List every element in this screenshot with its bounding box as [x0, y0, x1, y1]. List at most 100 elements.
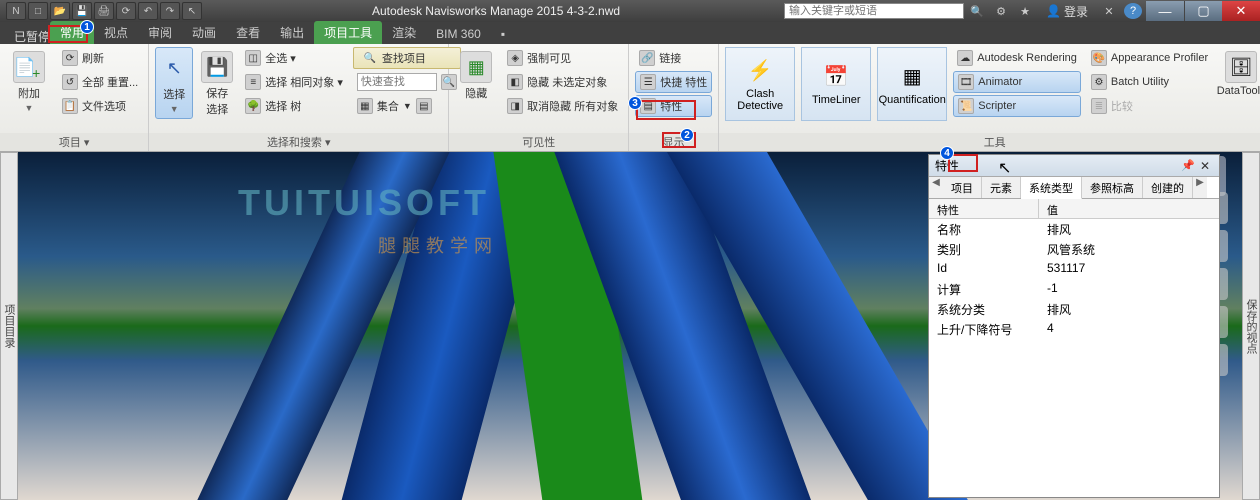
links-icon: 🔗	[639, 50, 655, 66]
binoculars-icon[interactable]: 🔍	[968, 3, 986, 19]
minimize-button[interactable]: —	[1146, 1, 1184, 21]
maximize-button[interactable]: ▢	[1184, 1, 1222, 21]
new-icon[interactable]: □	[28, 2, 48, 20]
login-button[interactable]: 👤登录	[1040, 3, 1094, 20]
save-sel-icon: 💾	[201, 51, 233, 83]
redo-icon[interactable]: ↷	[160, 2, 180, 20]
paused-label: 已暂停	[14, 28, 50, 45]
print-icon[interactable]: 🖨	[94, 2, 114, 20]
select-button[interactable]: ↖ 选择 ▼	[155, 47, 193, 119]
append-button[interactable]: 📄+ 附加 ▼	[6, 47, 52, 117]
tab-item-tools[interactable]: 项目工具	[314, 21, 382, 44]
app-menu-icon[interactable]: N	[6, 2, 26, 20]
bu-icon: ⚙	[1091, 74, 1107, 90]
ptab-element[interactable]: 元素	[982, 177, 1021, 198]
clash-detective-button[interactable]: ⚡Clash Detective	[725, 47, 795, 121]
ar-icon: ☁	[957, 50, 973, 66]
tab-extra-icon[interactable]: ▪	[491, 24, 515, 44]
select-all-button[interactable]: ◫全选 ▾	[241, 47, 347, 69]
sets-extra-icon[interactable]: ▤	[416, 98, 432, 114]
table-row[interactable]: 类别风管系统	[929, 239, 1219, 259]
compare-button[interactable]: ≣比较	[1087, 95, 1212, 117]
reset-all-button[interactable]: ↺全部 重置...	[58, 71, 142, 93]
exchange-icon[interactable]: ✕	[1100, 3, 1118, 19]
keyword-search-input[interactable]	[784, 3, 964, 19]
select-same-button[interactable]: ≡选择 相同对象 ▾	[241, 71, 347, 93]
unhide-all-button[interactable]: ◨取消隐藏 所有对象	[503, 95, 622, 117]
right-side-tabs: 保存的视点	[1242, 152, 1260, 500]
undo-icon[interactable]: ↶	[138, 2, 158, 20]
window-title: Autodesk Navisworks Manage 2015 4-3-2.nw…	[208, 4, 784, 18]
cursor-icon: ↖	[998, 158, 1011, 178]
sets-button[interactable]: ▦集合▼▤	[353, 95, 461, 117]
find-items-button[interactable]: 🔍查找项目	[353, 47, 461, 69]
datatools-icon: 🗄	[1225, 51, 1257, 83]
help-icon[interactable]: ?	[1124, 3, 1142, 19]
hide-unselected-button[interactable]: ◧隐藏 未选定对象	[503, 71, 622, 93]
tab-animation[interactable]: 动画	[182, 21, 226, 44]
hide-button[interactable]: ▦ 隐藏	[455, 47, 497, 105]
tab-output[interactable]: 输出	[270, 21, 314, 44]
appearance-profiler-button[interactable]: 🎨Appearance Profiler	[1087, 47, 1212, 69]
tab-bim360[interactable]: BIM 360	[426, 24, 491, 44]
timeliner-button[interactable]: 📅TimeLiner	[801, 47, 871, 121]
refresh-button[interactable]: ⟳刷新	[58, 47, 142, 69]
group-label-select: 选择和搜索 ▾	[149, 133, 448, 151]
side-tab-project-tree[interactable]: 项目目录	[1, 304, 17, 348]
panel-close-icon[interactable]: ✕	[1197, 159, 1213, 173]
star-icon[interactable]: ★	[1016, 3, 1034, 19]
refresh-icon[interactable]: ⟳	[116, 2, 136, 20]
table-row[interactable]: 系统分类排风	[929, 299, 1219, 319]
prop-value: 风管系统	[1039, 239, 1219, 259]
scripter-button[interactable]: 📜Scripter	[953, 95, 1081, 117]
compare-icon: ≣	[1091, 98, 1107, 114]
tree-icon: 🌳	[245, 98, 261, 114]
pointer-icon[interactable]: ↖	[182, 2, 202, 20]
tab-viewpoint[interactable]: 视点	[94, 21, 138, 44]
redbox-properties-btn	[636, 100, 696, 120]
close-button[interactable]: ✕	[1222, 1, 1260, 21]
timeliner-icon: 📅	[820, 63, 852, 91]
tab-review[interactable]: 审阅	[138, 21, 182, 44]
viewport-3d[interactable]: TUITUISOFT 腿腿教学网 特性 📌 ✕ ◀ 项目 元素 系统类型 参照标…	[18, 152, 1242, 500]
table-row[interactable]: 计算-1	[929, 279, 1219, 299]
pin-icon[interactable]: 📌	[1181, 159, 1197, 172]
autodesk-rendering-button[interactable]: ☁Autodesk Rendering	[953, 47, 1081, 69]
tab-render[interactable]: 渲染	[382, 21, 426, 44]
ptab-ref-level[interactable]: 参照标高	[1082, 177, 1143, 198]
ribbon-tabs: 常用 视点 审阅 动画 查看 输出 项目工具 渲染 BIM 360 ▪	[0, 22, 1260, 44]
ptab-project[interactable]: 项目	[943, 177, 982, 198]
links-button[interactable]: 🔗链接	[635, 47, 712, 69]
quick-find-input[interactable]	[357, 73, 437, 91]
group-label-project: 项目 ▾	[0, 133, 148, 151]
save-icon[interactable]: 💾	[72, 2, 92, 20]
ptab-created[interactable]: 创建的	[1143, 177, 1193, 198]
tab-scroll-right-icon[interactable]: ▶	[1193, 177, 1207, 198]
quick-access-toolbar: N □ 📂 💾 🖨 ⟳ ↶ ↷ ↖	[0, 2, 208, 20]
quantification-button[interactable]: ▦Quantification	[877, 47, 947, 121]
table-row[interactable]: 名称排风	[929, 219, 1219, 239]
prop-key: 计算	[929, 279, 1039, 299]
prop-value: -1	[1039, 279, 1219, 299]
open-icon[interactable]: 📂	[50, 2, 70, 20]
table-row[interactable]: 上升/下降符号4	[929, 319, 1219, 339]
callout-2: 2	[680, 128, 694, 142]
group-label-tools: 工具	[719, 133, 1260, 151]
tool-icon[interactable]: ⚙	[992, 3, 1010, 19]
animator-button[interactable]: 🎞Animator	[953, 71, 1081, 93]
force-visible-button[interactable]: ◈强制可见	[503, 47, 622, 69]
file-options-button[interactable]: 📋文件选项	[58, 95, 142, 117]
quick-properties-button[interactable]: ☰快捷 特性	[635, 71, 712, 93]
selectall-icon: ◫	[245, 50, 261, 66]
ptab-system-type[interactable]: 系统类型	[1021, 177, 1082, 199]
table-row[interactable]: Id531117	[929, 259, 1219, 279]
save-selection-button[interactable]: 💾 保存 选择	[199, 47, 235, 121]
batch-utility-button[interactable]: ⚙Batch Utility	[1087, 71, 1212, 93]
side-tab-saved-viewpoints[interactable]: 保存的视点	[1243, 299, 1259, 354]
tab-view[interactable]: 查看	[226, 21, 270, 44]
datatools-button[interactable]: 🗄 DataTools	[1218, 47, 1260, 101]
scripter-icon: 📜	[958, 98, 974, 114]
select-tree-button[interactable]: 🌳选择 树	[241, 95, 347, 117]
col-header-property: 特性	[929, 199, 1039, 218]
tab-scroll-left-icon[interactable]: ◀	[929, 177, 943, 198]
